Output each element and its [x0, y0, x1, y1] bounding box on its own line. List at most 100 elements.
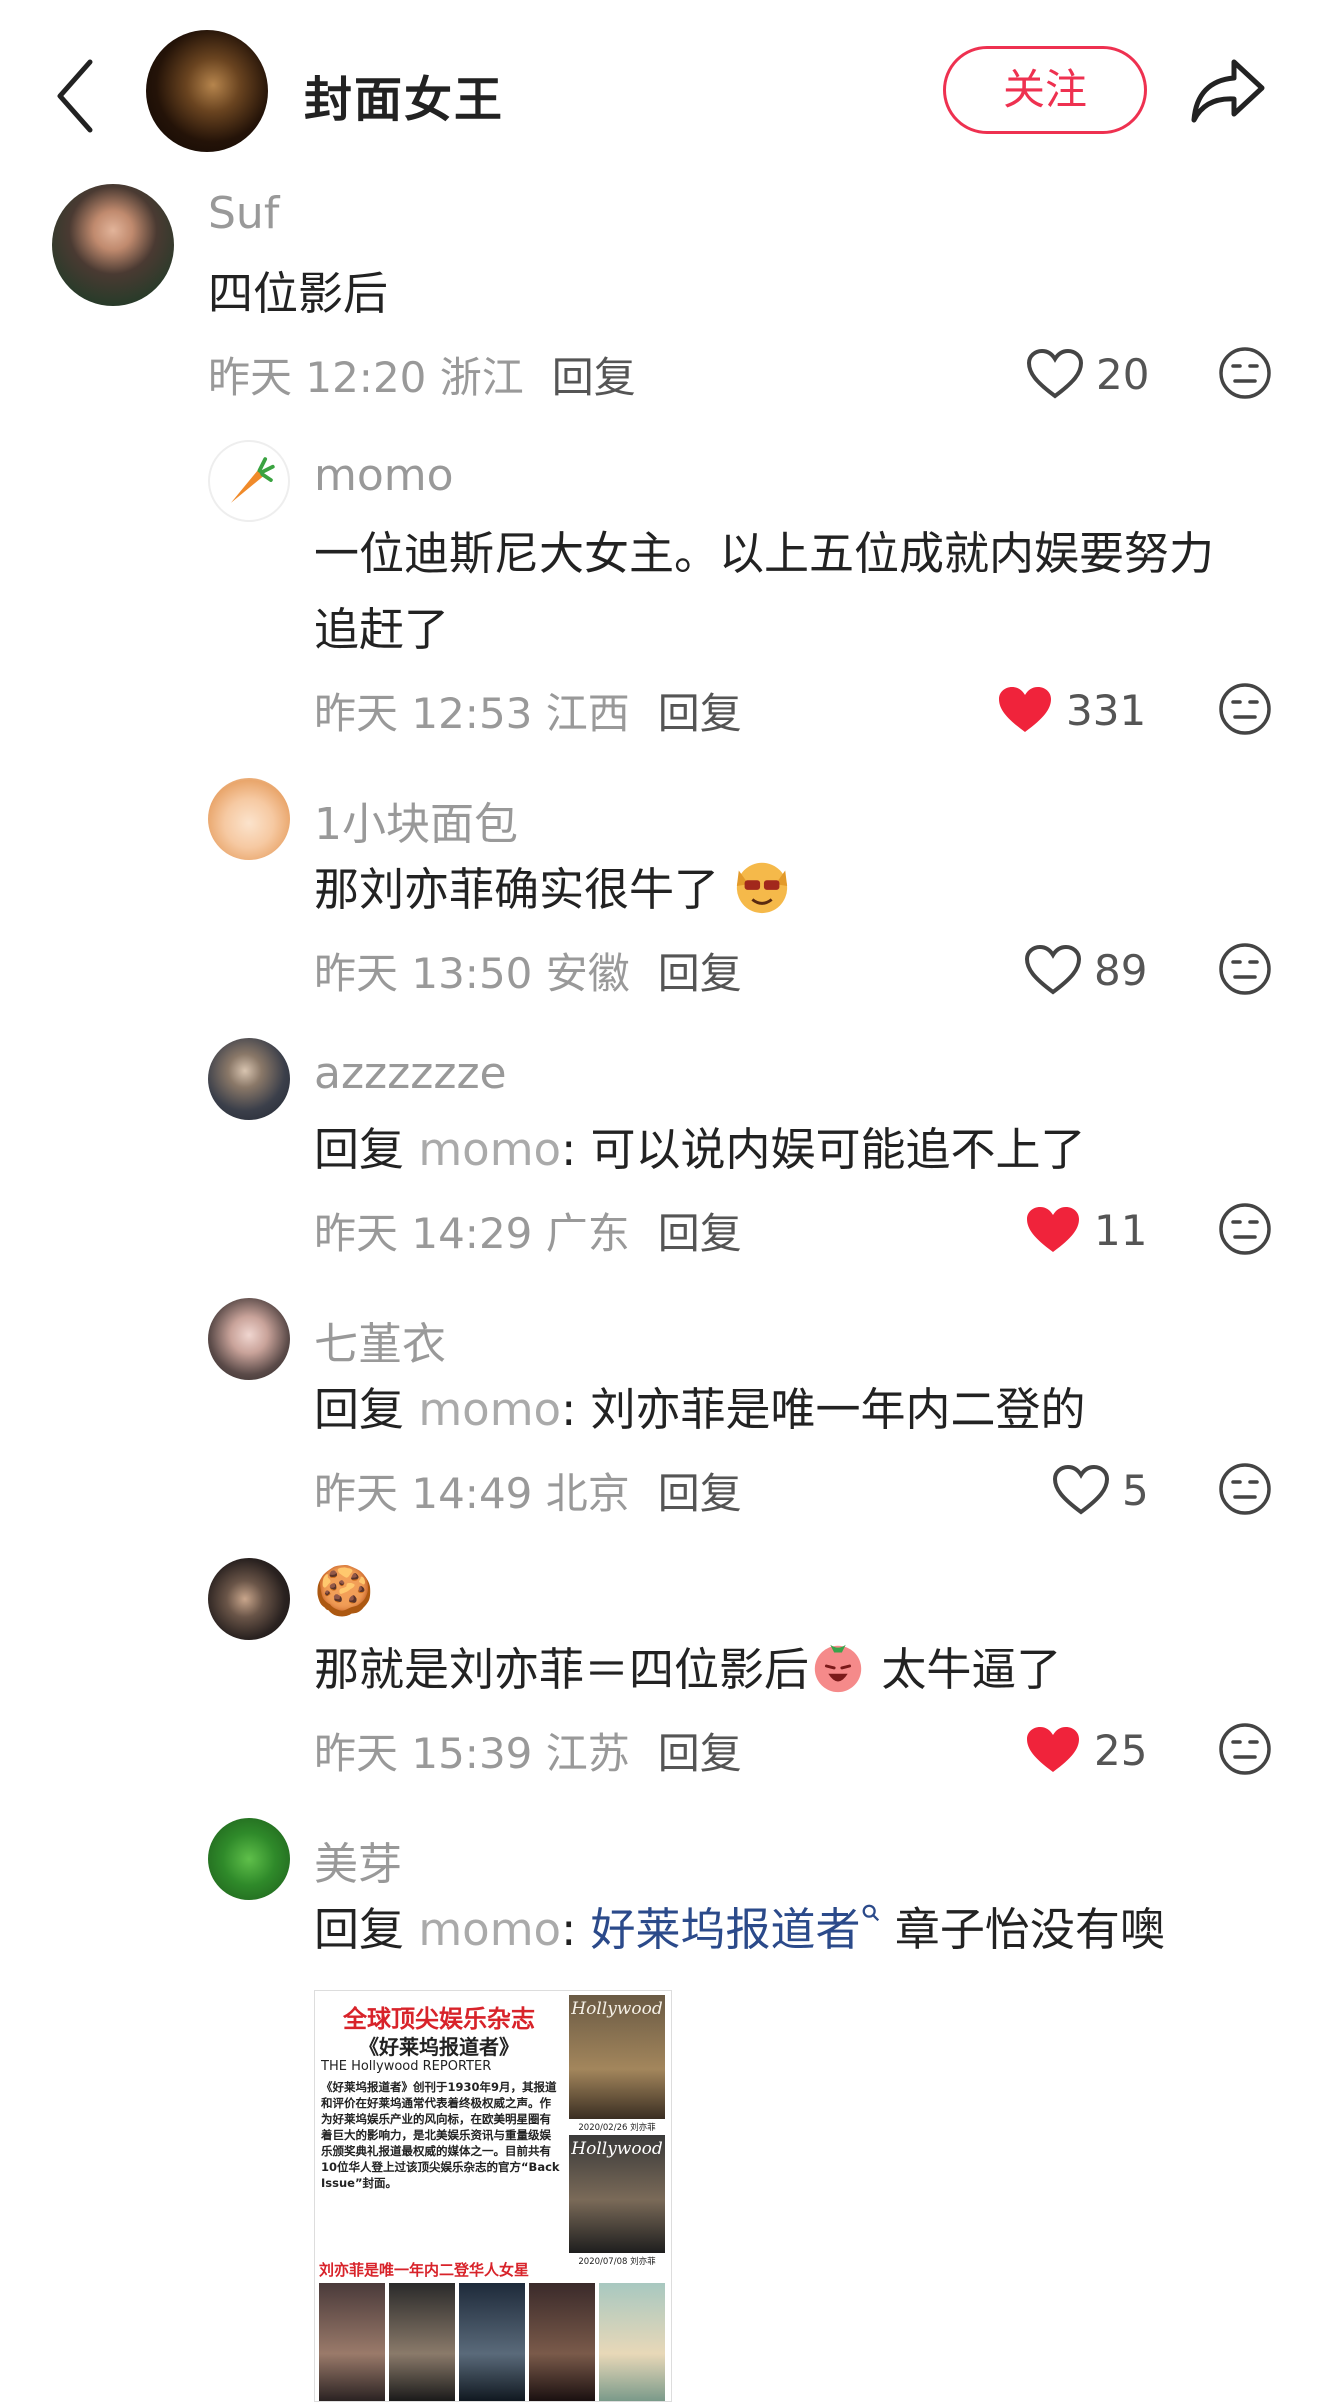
magazine-body: 《好莱坞报道者》创刊于1930年9月，其报道和评价在好莱坞通常代表着终极权威之声… [321, 2080, 560, 2190]
comment-time: 昨天 13:50 安徽 [314, 949, 630, 998]
like-count: 20 [1096, 349, 1150, 399]
user-avatar[interactable] [208, 778, 290, 860]
cover-logo: Hollywood [571, 2139, 663, 2159]
like-button[interactable]: 11 [1024, 1200, 1147, 1260]
comment-meta: 昨天 14:49 北京 回复 [314, 1460, 742, 1521]
like-button[interactable]: 331 [996, 680, 1146, 740]
comment-username[interactable]: 七堇衣 [314, 1308, 446, 1372]
comment-text-line1: 一位迪斯尼大女主。以上五位成就内娱要努力 [314, 527, 1215, 580]
cover-thumbnail [529, 2283, 595, 2401]
dog-sunglasses-emoji-icon [737, 862, 788, 914]
like-button[interactable]: 89 [1024, 940, 1147, 1000]
reply-button[interactable]: 回复 [658, 949, 742, 998]
comment-text: 四位影后 [208, 267, 389, 320]
comment-text-body: 章子怡没有噢 [880, 1903, 1165, 1956]
comment-text-body: : 可以说内娱可能追不上了 [561, 1123, 1086, 1176]
back-arrow-icon[interactable] [52, 56, 102, 136]
comment-text-tail: 太牛逼了 [867, 1643, 1062, 1696]
magazine-cover-1: Hollywood [569, 1995, 665, 2119]
comment-time: 昨天 14:29 广东 [314, 1209, 630, 1258]
cover-thumbnail-row [319, 2283, 665, 2401]
user-avatar[interactable] [208, 1038, 290, 1120]
user-avatar[interactable] [208, 1298, 290, 1380]
comment-username[interactable]: Suf [208, 188, 279, 239]
mention-colon: : [561, 1903, 591, 1956]
search-icon [862, 1904, 879, 1922]
like-count: 89 [1094, 945, 1148, 995]
comment-text-body: 那刘亦菲确实很牛了 [314, 863, 720, 916]
heart-filled-icon [1027, 1207, 1079, 1252]
cover-thumbnail [319, 2283, 385, 2401]
dislike-face-icon[interactable] [1218, 346, 1272, 400]
reply-button[interactable]: 回复 [658, 1469, 742, 1518]
heart-outline-icon [1026, 348, 1084, 399]
comment-time: 昨天 15:39 江苏 [314, 1729, 630, 1778]
cover-logo: Hollywood [571, 1999, 663, 2019]
mention-username[interactable]: momo [418, 1123, 561, 1176]
cover-thumbnail [389, 2283, 455, 2401]
comment-text: 回复 momo: 刘亦菲是唯一年内二登的 [314, 1372, 1086, 1448]
magazine-highlight: 刘亦菲是唯一年内二登华人女星 [319, 2261, 530, 2279]
comment-username[interactable]: 🍪 [314, 1562, 374, 1619]
comment-text-line2: 追赶了 [314, 603, 450, 656]
cover-thumbnail [459, 2283, 525, 2401]
carrot-icon [230, 457, 275, 503]
comment-meta: 昨天 15:39 江苏 回复 [314, 1720, 742, 1781]
comment-meta: 昨天 13:50 安徽 回复 [314, 940, 742, 1001]
share-icon[interactable] [1188, 54, 1268, 126]
dislike-face-icon[interactable] [1218, 1202, 1272, 1256]
magazine-english: THE Hollywood REPORTER [321, 2059, 492, 2074]
laughing-peach-emoji-icon [814, 1644, 862, 1693]
reply-button[interactable]: 回复 [658, 1729, 742, 1778]
comment-text: 回复 momo: 可以说内娱可能追不上了 [314, 1112, 1086, 1188]
comment-username[interactable]: azzzzzze [314, 1048, 507, 1099]
reply-button[interactable]: 回复 [658, 1209, 742, 1258]
profile-avatar[interactable] [146, 30, 268, 152]
reply-prefix: 回复 [314, 1903, 405, 1956]
comment-meta: 昨天 12:20 浙江 回复 [208, 344, 636, 405]
page-title: 封面女王 [304, 72, 505, 128]
user-avatar[interactable] [52, 184, 174, 306]
comment-text: 那就是刘亦菲＝四位影后 太牛逼了 [314, 1632, 1061, 1708]
like-button[interactable]: 25 [1024, 1720, 1147, 1780]
reply-prefix: 回复 [314, 1123, 405, 1176]
comment-username[interactable]: momo [314, 450, 454, 501]
heart-outline-icon [1052, 1464, 1110, 1515]
top-bar: 封面女王 关注 [0, 0, 1320, 180]
comment-text: 回复 momo: 好莱坞报道者 章子怡没有噢 [314, 1892, 1165, 1968]
reply-prefix: 回复 [314, 1383, 405, 1436]
magazine-headline: 全球顶尖娱乐杂志 [343, 2005, 535, 2033]
reply-button[interactable]: 回复 [552, 353, 636, 402]
like-button[interactable]: 5 [1052, 1460, 1149, 1520]
search-link[interactable]: 好莱坞报道者 [591, 1903, 861, 1956]
heart-filled-icon [999, 687, 1051, 732]
mention-username[interactable]: momo [418, 1383, 561, 1436]
comment-meta: 昨天 12:53 江西 回复 [314, 680, 742, 741]
attached-image[interactable]: 全球顶尖娱乐杂志 《好莱坞报道者》 THE Hollywood REPORTER… [314, 1990, 672, 2402]
comment-username[interactable]: 1小块面包 [314, 788, 518, 852]
comment-time: 昨天 14:49 北京 [314, 1469, 630, 1518]
like-count: 25 [1094, 1725, 1148, 1775]
dislike-face-icon[interactable] [1218, 1462, 1272, 1516]
user-avatar[interactable] [208, 440, 290, 522]
follow-button[interactable]: 关注 [943, 46, 1147, 134]
magazine-name: 《好莱坞报道者》 [359, 2035, 519, 2059]
comment-text-body: : 刘亦菲是唯一年内二登的 [561, 1383, 1086, 1436]
dislike-face-icon[interactable] [1218, 1722, 1272, 1776]
comment-text: 那刘亦菲确实很牛了 [314, 852, 791, 928]
comment-time: 昨天 12:20 浙江 [208, 353, 524, 402]
like-count: 331 [1066, 685, 1147, 735]
comment-username[interactable]: 美芽 [314, 1828, 402, 1892]
dislike-face-icon[interactable] [1218, 682, 1272, 736]
user-avatar[interactable] [208, 1818, 290, 1900]
magazine-cover-2: Hollywood [569, 2135, 665, 2253]
comment-text-body: 那就是刘亦菲＝四位影后 [314, 1643, 810, 1696]
user-avatar[interactable] [208, 1558, 290, 1640]
dislike-face-icon[interactable] [1218, 942, 1272, 996]
like-count: 5 [1122, 1465, 1149, 1515]
heart-filled-icon [1027, 1727, 1079, 1772]
cover-1-date: 2020/02/26 刘亦菲 [578, 2123, 656, 2133]
like-button[interactable]: 20 [1026, 344, 1149, 404]
reply-button[interactable]: 回复 [658, 689, 742, 738]
mention-username[interactable]: momo [418, 1903, 561, 1956]
